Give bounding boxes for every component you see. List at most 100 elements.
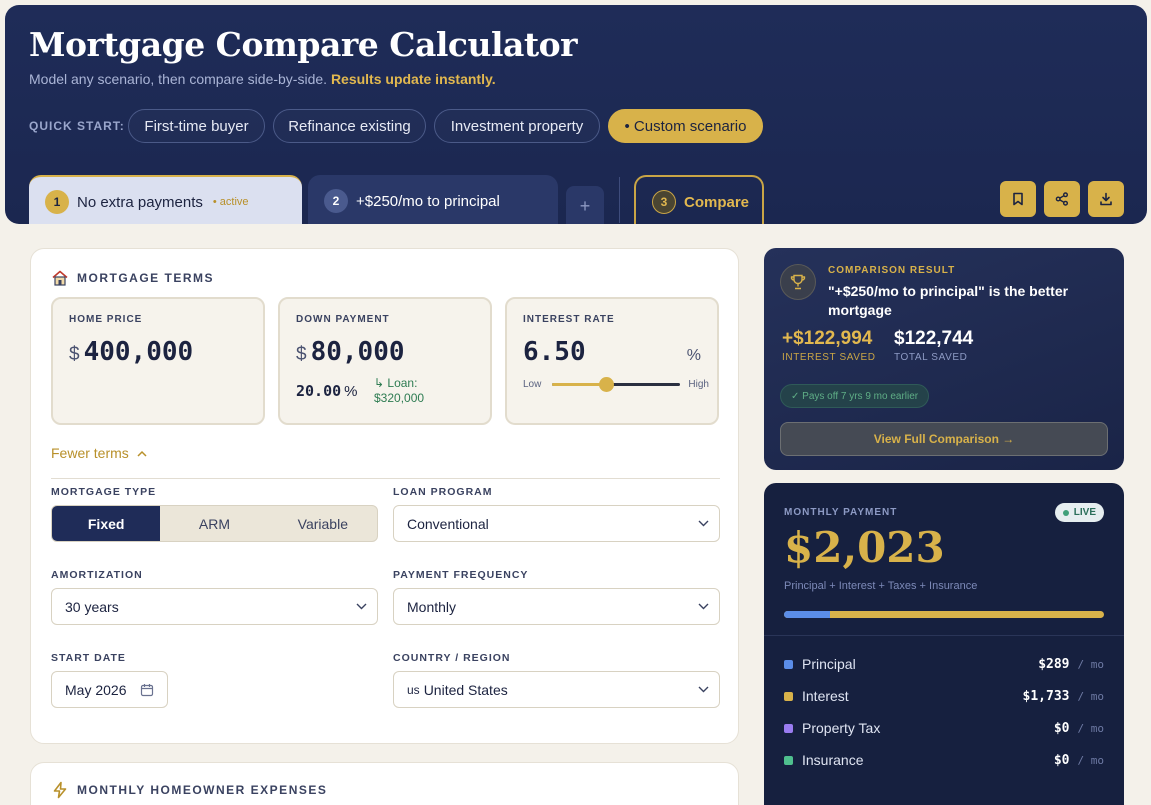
breakdown-value: $0 <box>1053 752 1070 768</box>
tab-number: 1 <box>45 190 69 214</box>
payment-frequency-label: PAYMENT FREQUENCY <box>393 569 529 581</box>
segment-variable[interactable]: Variable <box>269 506 377 541</box>
breakdown-per: / mo <box>1077 657 1105 671</box>
percent-sign: % <box>344 383 358 400</box>
tab-label: No extra payments <box>77 193 203 211</box>
breakdown-value: $0 <box>1053 720 1070 736</box>
amortization-select[interactable]: 30 years <box>51 588 378 625</box>
tab-scenario-2[interactable]: 2 +$250/mo to principal <box>308 175 558 224</box>
interest-rate-value[interactable]: 6.50 <box>523 337 586 367</box>
active-badge: • active <box>212 196 249 208</box>
down-payment-value[interactable]: $80,000 <box>296 337 405 367</box>
start-date-input[interactable]: May 2026 <box>51 671 168 708</box>
chip-refinance-existing[interactable]: Refinance existing <box>273 109 426 143</box>
interest-saved-label: INTEREST SAVED <box>782 352 876 363</box>
bookmark-button[interactable] <box>1000 181 1036 217</box>
loan-program-select[interactable]: Conventional <box>393 505 720 542</box>
chevron-down-icon <box>698 520 709 527</box>
tab-label: Compare <box>684 193 750 211</box>
chip-first-time-buyer[interactable]: First-time buyer <box>128 109 265 143</box>
section-title-text: MORTGAGE TERMS <box>77 271 214 285</box>
mortgage-type-segmented: Fixed ARM Variable <box>51 505 378 542</box>
live-text: LIVE <box>1073 507 1096 518</box>
tab-scenario-1[interactable]: 1 No extra payments • active <box>29 175 302 224</box>
total-saved-value: $122,744 <box>894 328 974 349</box>
live-badge: LIVE <box>1054 503 1104 522</box>
page-title: Mortgage Compare Calculator <box>29 25 578 64</box>
country-label: COUNTRY / REGION <box>393 652 511 664</box>
property-tax-color-swatch <box>784 723 793 733</box>
down-payment-label: DOWN PAYMENT <box>296 314 390 325</box>
slider-thumb[interactable] <box>598 377 614 392</box>
breakdown-name: Property Tax <box>802 720 881 736</box>
interest-rate-label: INTEREST RATE <box>523 314 615 325</box>
segment-fixed[interactable]: Fixed <box>52 506 161 541</box>
breakdown-per: / mo <box>1077 753 1105 767</box>
down-payment-box[interactable]: DOWN PAYMENT $80,000 20.00% ↳ Loan: $320… <box>278 297 492 425</box>
breakdown-name: Interest <box>802 688 849 704</box>
download-icon <box>1100 192 1112 206</box>
lightning-icon <box>53 781 67 799</box>
tab-number: 2 <box>324 189 348 213</box>
monthly-payment-label: MONTHLY PAYMENT <box>784 507 898 518</box>
homeowner-expenses-card: MONTHLY HOMEOWNER EXPENSES <box>30 762 739 805</box>
country-select[interactable]: us United States <box>393 671 720 708</box>
subtitle-text: Model any scenario, then compare side-by… <box>29 71 328 87</box>
interest-rate-slider[interactable] <box>552 377 680 392</box>
comparison-result-card: COMPARISON RESULT "+$250/mo to principal… <box>764 248 1124 470</box>
calendar-icon[interactable] <box>140 683 154 697</box>
segment-arm[interactable]: ARM <box>160 506 268 541</box>
home-price-label: HOME PRICE <box>69 314 143 325</box>
monthly-payment-card: MONTHLY PAYMENT LIVE $2,023 Principal + … <box>764 483 1124 805</box>
quick-start-label: QUICK START: <box>29 119 125 133</box>
interest-rate-box[interactable]: INTEREST RATE 6.50 % Low High <box>505 297 719 425</box>
amortization-label: AMORTIZATION <box>51 569 143 581</box>
result-label: COMPARISON RESULT <box>828 265 956 276</box>
down-payment-percent[interactable]: 20.00% <box>296 382 358 400</box>
home-price-box[interactable]: HOME PRICE $400,000 <box>51 297 265 425</box>
interest-color-swatch <box>784 691 793 701</box>
loan-program-label: LOAN PROGRAM <box>393 486 493 498</box>
fewer-terms-toggle[interactable]: Fewer terms <box>51 445 147 461</box>
loan-program-value: Conventional <box>407 515 489 532</box>
currency-symbol: $ <box>69 344 80 365</box>
tab-divider <box>619 177 620 223</box>
chevron-down-icon <box>356 603 367 610</box>
subtitle-highlight: Results update instantly. <box>330 71 496 87</box>
house-icon <box>52 270 68 286</box>
mortgage-terms-title: MORTGAGE TERMS <box>51 269 214 287</box>
breakdown-row-insurance: Insurance $0 / mo <box>784 750 1104 770</box>
divider <box>51 478 720 479</box>
tab-compare[interactable]: 3 Compare <box>634 175 764 224</box>
insurance-color-swatch <box>784 755 793 765</box>
country-flag: us <box>407 682 420 697</box>
download-button[interactable] <box>1088 181 1124 217</box>
loan-note-label: ↳ Loan: <box>374 376 418 390</box>
share-button[interactable] <box>1044 181 1080 217</box>
country-value: United States <box>423 681 508 698</box>
start-date-label: START DATE <box>51 652 126 664</box>
section-title-text: MONTHLY HOMEOWNER EXPENSES <box>77 783 328 797</box>
add-scenario-button[interactable]: + <box>566 186 604 224</box>
amortization-value: 30 years <box>65 598 119 615</box>
share-icon <box>1055 192 1068 206</box>
trophy-icon <box>790 274 806 290</box>
result-title: "+$250/mo to principal" is the better mo… <box>828 283 1069 318</box>
breakdown-per: / mo <box>1077 721 1105 735</box>
bookmark-icon <box>1013 192 1023 206</box>
currency-symbol: $ <box>296 344 307 365</box>
view-full-comparison-button[interactable]: View Full Comparison → <box>780 422 1108 456</box>
breakdown-value: $289 <box>1038 656 1070 672</box>
page-subtitle: Model any scenario, then compare side-by… <box>29 71 496 87</box>
home-price-value[interactable]: $400,000 <box>69 337 193 367</box>
breakdown-row-property-tax: Property Tax $0 / mo <box>784 718 1104 738</box>
fewer-terms-label: Fewer terms <box>51 445 129 461</box>
slider-low-label: Low <box>523 379 542 390</box>
loan-note: ↳ Loan: $320,000 <box>374 376 424 406</box>
chip-custom-scenario[interactable]: • Custom scenario <box>608 109 763 143</box>
payment-frequency-select[interactable]: Monthly <box>393 588 720 625</box>
chip-investment-property[interactable]: Investment property <box>434 109 600 143</box>
divider <box>764 635 1124 636</box>
mortgage-terms-card: MORTGAGE TERMS HOME PRICE $400,000 DOWN … <box>30 248 739 744</box>
monthly-payment-amount: $2,023 <box>784 523 945 572</box>
